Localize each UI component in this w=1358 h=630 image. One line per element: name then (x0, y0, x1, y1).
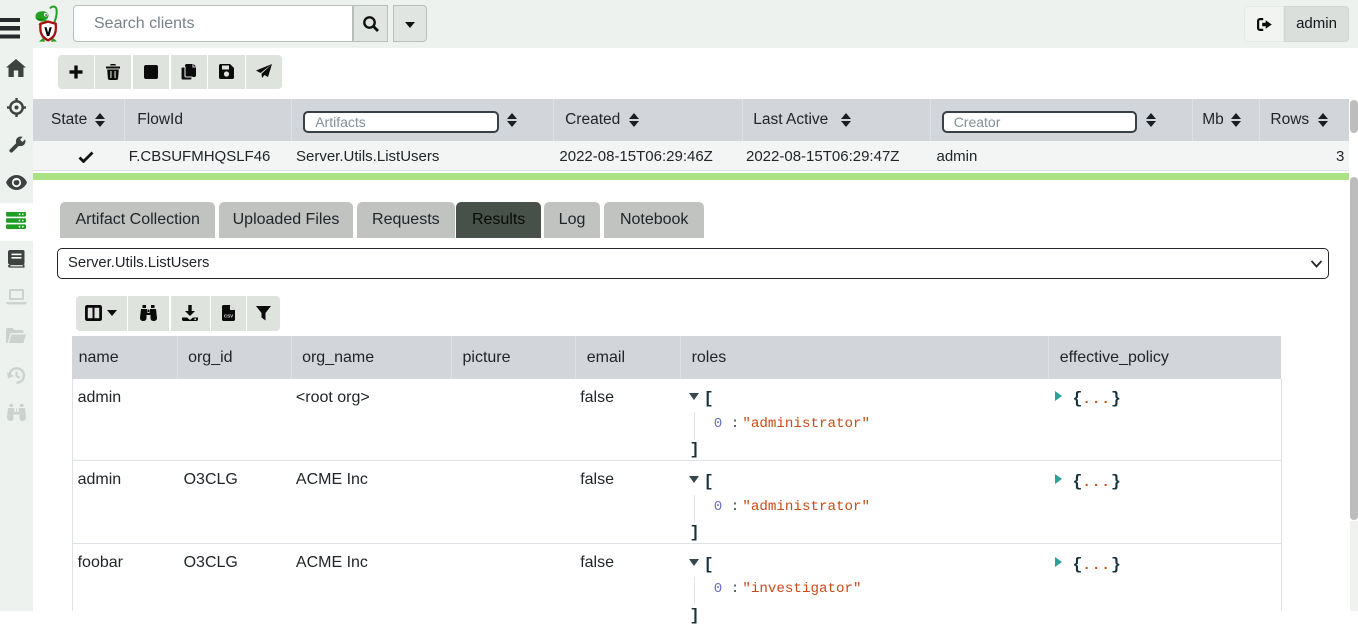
svg-text:CSV: CSV (224, 314, 233, 319)
